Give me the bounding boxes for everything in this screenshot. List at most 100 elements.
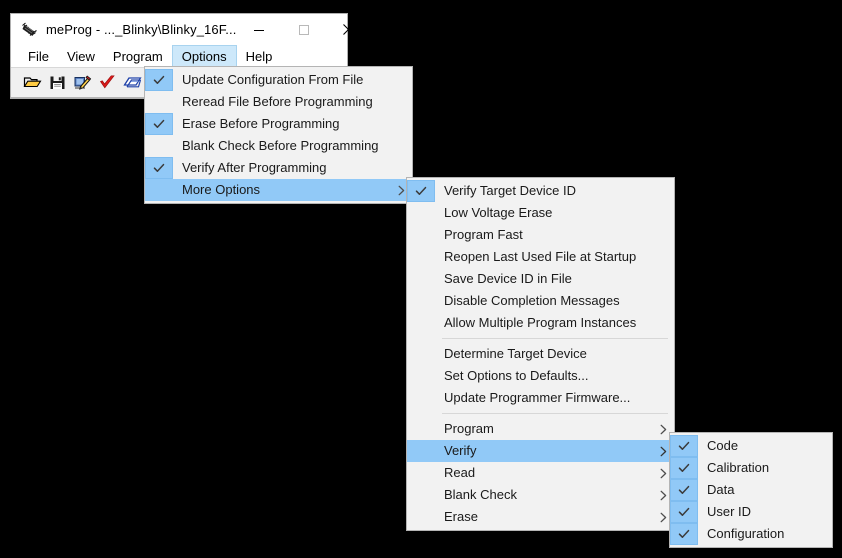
menu-item-blank-check[interactable]: Blank Check [407,484,674,506]
menu-item-configuration[interactable]: Configuration [670,523,832,545]
read-device-icon[interactable] [121,71,144,94]
menu-item-label: Save Device ID in File [444,271,572,286]
minimize-button[interactable] [236,14,281,45]
menu-separator [442,413,668,414]
menu-item-code[interactable]: Code [670,435,832,457]
menu-item-low-voltage-erase[interactable]: Low Voltage Erase [407,202,674,224]
menu-item-label: Set Options to Defaults... [444,368,589,383]
menu-item-label: Low Voltage Erase [444,205,553,220]
check-placeholder [407,418,435,440]
menu-item-determine-target-device[interactable]: Determine Target Device [407,343,674,365]
menu-item-label: Data [707,482,735,497]
menu-item-calibration[interactable]: Calibration [670,457,832,479]
check-placeholder [407,290,435,312]
more-options-submenu: Verify Target Device ID Low Voltage Eras… [406,177,675,531]
menu-item-data[interactable]: Data [670,479,832,501]
menu-item-allow-multiple-program-instances[interactable]: Allow Multiple Program Instances [407,312,674,334]
options-menu: Update Configuration From File Reread Fi… [144,66,413,204]
menubar-item-file[interactable]: File [19,45,58,67]
checkmark-icon [145,113,173,135]
check-placeholder [407,268,435,290]
menu-item-program-fast[interactable]: Program Fast [407,224,674,246]
check-placeholder [407,440,435,462]
menu-item-update-programmer-firmware[interactable]: Update Programmer Firmware... [407,387,674,409]
check-placeholder [145,135,173,157]
checkmark-icon [145,157,173,179]
menu-bar: File View Program Options Help [11,45,347,67]
menu-item-more-options[interactable]: More Options [145,179,412,201]
checkmark-icon [407,180,435,202]
menu-item-label: Erase [444,509,478,524]
check-placeholder [407,343,435,365]
menu-item-label: Configuration [707,526,785,541]
save-file-icon[interactable] [46,71,69,94]
menu-separator [442,338,668,339]
menu-item-label: Calibration [707,460,770,475]
menu-item-label: Reread File Before Programming [182,94,373,109]
menu-item-disable-completion-messages[interactable]: Disable Completion Messages [407,290,674,312]
program-device-icon[interactable] [71,71,94,94]
menu-item-set-options-to-defaults[interactable]: Set Options to Defaults... [407,365,674,387]
menubar-item-view[interactable]: View [58,45,104,67]
checkmark-icon [670,479,698,501]
menu-item-label: Disable Completion Messages [444,293,620,308]
check-placeholder [407,202,435,224]
menu-item-label: Erase Before Programming [182,116,340,131]
menu-item-label: User ID [707,504,752,519]
menu-item-label: Update Programmer Firmware... [444,390,631,405]
menu-item-label: Blank Check Before Programming [182,138,379,153]
menu-item-label: Verify Target Device ID [444,183,576,198]
check-placeholder [407,246,435,268]
menu-item-label: Blank Check [444,487,517,502]
checkmark-icon [670,435,698,457]
menu-item-reopen-last-used-file-at-startup[interactable]: Reopen Last Used File at Startup [407,246,674,268]
menu-item-verify[interactable]: Verify [407,440,674,462]
check-placeholder [407,484,435,506]
menu-item-verify-after-programming[interactable]: Verify After Programming [145,157,412,179]
title-bar[interactable]: meProg - ..._Blinky\Blinky_16F... [11,14,355,45]
menubar-item-help[interactable]: Help [237,45,282,67]
maximize-button[interactable] [281,14,326,45]
check-placeholder [145,91,173,113]
verify-submenu: Code Calibration Data User ID Configurat… [669,432,833,548]
menu-item-label: Read [444,465,476,480]
check-placeholder [407,365,435,387]
check-placeholder [407,387,435,409]
menu-item-label: Allow Multiple Program Instances [444,315,637,330]
menu-item-user-id[interactable]: User ID [670,501,832,523]
checkmark-icon [670,501,698,523]
menu-item-update-configuration-from-file[interactable]: Update Configuration From File [145,69,412,91]
menu-item-label: Verify [444,443,477,458]
menu-item-label: Verify After Programming [182,160,327,175]
checkmark-icon [670,457,698,479]
window-title: meProg - ..._Blinky\Blinky_16F... [46,22,237,37]
checkmark-icon [670,523,698,545]
check-placeholder [407,506,435,528]
check-placeholder [407,312,435,334]
menu-item-reread-file-before-programming[interactable]: Reread File Before Programming [145,91,412,113]
menu-item-program[interactable]: Program [407,418,674,440]
menu-item-save-device-id-in-file[interactable]: Save Device ID in File [407,268,674,290]
menu-item-label: Program Fast [444,227,523,242]
menubar-item-options[interactable]: Options [171,45,237,67]
menu-item-label: Reopen Last Used File at Startup [444,249,637,264]
menu-item-label: More Options [182,182,261,197]
ic-chip-icon [19,20,39,40]
check-placeholder [407,224,435,246]
verify-device-icon[interactable] [96,71,119,94]
menu-item-blank-check-before-programming[interactable]: Blank Check Before Programming [145,135,412,157]
menu-item-label: Code [707,438,739,453]
menu-item-label: Program [444,421,494,436]
caption-button-group [236,14,371,45]
menubar-item-program[interactable]: Program [104,45,172,67]
check-placeholder [407,462,435,484]
close-button[interactable] [326,14,371,45]
menu-item-erase[interactable]: Erase [407,506,674,528]
open-file-icon[interactable] [21,71,44,94]
menu-item-verify-target-device-id[interactable]: Verify Target Device ID [407,180,674,202]
menu-item-erase-before-programming[interactable]: Erase Before Programming [145,113,412,135]
checkmark-icon [145,69,173,91]
menu-item-label: Determine Target Device [444,346,587,361]
menu-item-read[interactable]: Read [407,462,674,484]
check-placeholder [145,179,173,201]
